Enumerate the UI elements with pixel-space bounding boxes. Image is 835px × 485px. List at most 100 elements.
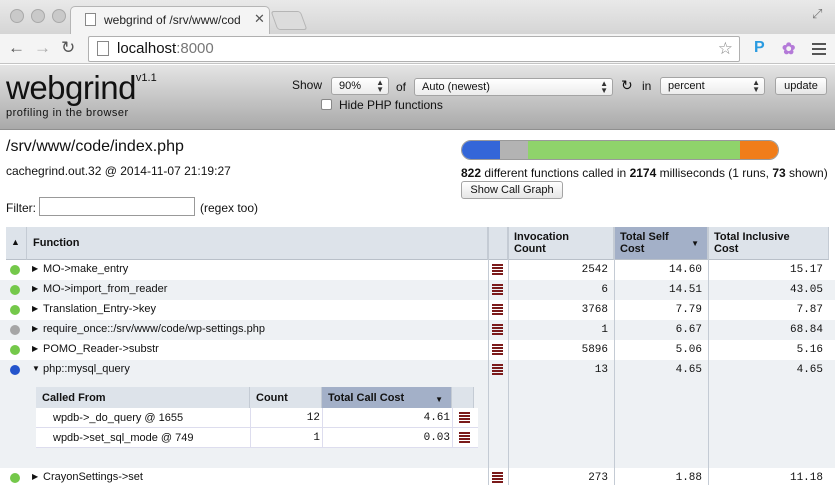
inclusive-cost: 7.87 [796, 304, 823, 316]
caller-name[interactable]: wpdb->_do_query @ 1655 [53, 412, 183, 424]
caller-row[interactable]: wpdb->set_sql_mode @ 749 1 0.03 [36, 428, 478, 448]
list-icon[interactable] [459, 432, 470, 444]
invocation-count-header[interactable]: Invocation Count [508, 227, 614, 260]
summary-text: 822 different functions called in 2174 m… [461, 166, 828, 180]
invocation-count: 6 [601, 284, 608, 296]
back-arrow-icon[interactable]: ← [8, 38, 25, 58]
caller-count: 1 [313, 432, 320, 444]
chevron-right-icon[interactable]: ▶ [32, 284, 38, 293]
caller-cost: 4.61 [423, 412, 450, 424]
chevron-down-icon[interactable]: ▼ [32, 364, 40, 373]
filter-input[interactable] [39, 197, 195, 216]
browser-tab[interactable]: webgrind of /srv/www/cod ✕ [70, 6, 270, 34]
menu-icon[interactable] [812, 43, 826, 58]
sort-color-header[interactable]: ▲ [6, 227, 27, 260]
cost-segment-procedural [528, 141, 741, 159]
page-icon [85, 13, 96, 26]
zoom-window-button[interactable] [52, 9, 66, 23]
caller-cost: 0.03 [423, 432, 450, 444]
extension-p-icon[interactable]: P [754, 39, 765, 57]
invocation-count: 3768 [581, 304, 608, 316]
column-divider [708, 227, 709, 485]
list-icon[interactable] [492, 472, 503, 484]
file-select[interactable]: Auto (newest) ▲ ▼ [414, 78, 613, 96]
extension-flower-icon[interactable]: ✿ [782, 39, 795, 59]
inclusive-cost: 4.65 [796, 364, 823, 376]
address-bar[interactable]: localhost:8000 ☆ [88, 36, 740, 62]
table-row[interactable]: ▶ CrayonSettings->set 273 1.88 11.18 [0, 468, 835, 485]
count-header[interactable]: Count [250, 387, 322, 409]
chevron-right-icon[interactable]: ▶ [32, 304, 38, 313]
called-from-header[interactable]: Called From [36, 387, 250, 409]
cost-breakdown-bar [461, 140, 779, 160]
hide-php-checkbox[interactable] [321, 99, 332, 110]
chevron-right-icon[interactable]: ▶ [32, 324, 38, 333]
function-name[interactable]: CrayonSettings->set [43, 471, 143, 483]
fullscreen-icon[interactable]: ⤢ [812, 6, 822, 22]
table-row[interactable]: ▶ require_once::/srv/www/code/wp-settings… [0, 320, 835, 340]
spacer-header [452, 387, 474, 409]
list-icon[interactable] [492, 364, 503, 376]
total-self-cost-header[interactable]: Total Self Cost ▼ [614, 227, 708, 260]
table-row[interactable]: ▶ MO->make_entry 2542 14.60 15.17 [0, 260, 835, 280]
page-icon [97, 41, 109, 56]
list-icon[interactable] [492, 304, 503, 316]
table-row[interactable]: ▼ php::mysql_query 13 4.65 4.65 [0, 360, 835, 380]
show-call-graph-button[interactable]: Show Call Graph [461, 181, 563, 199]
list-icon[interactable] [492, 344, 503, 356]
tagline: profiling in the browser [6, 107, 129, 119]
list-icon[interactable] [492, 324, 503, 336]
table-row[interactable]: ▶ POMO_Reader->substr 5896 5.06 5.16 [0, 340, 835, 360]
forward-arrow-icon[interactable]: → [34, 38, 51, 58]
chevron-right-icon[interactable]: ▶ [32, 472, 38, 481]
total-call-cost-header[interactable]: Total Call Cost ▼ [322, 387, 452, 409]
tab-title: webgrind of /srv/www/cod [104, 13, 241, 27]
function-name[interactable]: php::mysql_query [43, 363, 130, 375]
status-dot [10, 265, 20, 275]
close-tab-icon[interactable]: ✕ [254, 11, 265, 27]
function-column-header[interactable]: Function [27, 227, 488, 260]
caller-name[interactable]: wpdb->set_sql_mode @ 749 [53, 432, 194, 444]
filter-label: Filter: [6, 201, 36, 215]
invocation-count: 13 [594, 364, 608, 376]
caller-row[interactable]: wpdb->_do_query @ 1655 12 4.61 [36, 408, 478, 428]
filter-hint: (regex too) [200, 201, 259, 215]
invocation-count: 2542 [581, 264, 608, 276]
column-divider [508, 227, 509, 485]
table-row[interactable]: ▶ MO->import_from_reader 6 14.51 43.05 [0, 280, 835, 300]
callers-panel: Called From Count Total Call Cost ▼ wpdb-… [32, 384, 478, 450]
cost-unit-select[interactable]: percent ▲ ▼ [660, 77, 765, 95]
chevron-right-icon[interactable]: ▶ [32, 264, 38, 273]
total-inclusive-cost-header[interactable]: Total Inclusive Cost [708, 227, 829, 260]
function-name[interactable]: POMO_Reader->substr [43, 343, 159, 355]
self-cost: 6.67 [675, 324, 702, 336]
function-name[interactable]: MO->import_from_reader [43, 283, 167, 295]
update-button[interactable]: update [775, 77, 827, 95]
list-icon[interactable] [492, 284, 503, 296]
show-percent-select[interactable]: 90% ▲ ▼ [331, 77, 389, 95]
self-cost: 4.65 [675, 364, 702, 376]
cost-segment-class [740, 141, 778, 159]
inclusive-cost: 5.16 [796, 344, 823, 356]
table-row[interactable]: ▶ Translation_Entry->key 3768 7.79 7.87 [0, 300, 835, 320]
list-icon[interactable] [492, 264, 503, 276]
function-name[interactable]: require_once::/srv/www/code/wp-settings.… [43, 323, 265, 335]
function-name[interactable]: Translation_Entry->key [43, 303, 156, 315]
list-icon[interactable] [459, 412, 470, 424]
chevron-right-icon[interactable]: ▶ [32, 344, 38, 353]
status-dot [10, 305, 20, 315]
function-name[interactable]: MO->make_entry [43, 263, 128, 275]
reload-files-icon[interactable]: ↻ [621, 77, 633, 94]
hide-php-label: Hide PHP functions [339, 98, 443, 112]
invocation-count: 1 [601, 324, 608, 336]
reload-icon[interactable]: ↻ [61, 38, 75, 58]
minimize-window-button[interactable] [31, 9, 45, 23]
new-tab-button[interactable] [270, 11, 308, 30]
close-window-button[interactable] [10, 9, 24, 23]
status-dot [10, 285, 20, 295]
cost-segment-include [499, 141, 529, 159]
self-cost: 1.88 [675, 472, 702, 484]
spacer-header [488, 227, 508, 260]
bookmark-star-icon[interactable]: ☆ [718, 39, 733, 59]
browser-toolbar: ← → ↻ localhost:8000 ☆ P ✿ [0, 34, 835, 64]
